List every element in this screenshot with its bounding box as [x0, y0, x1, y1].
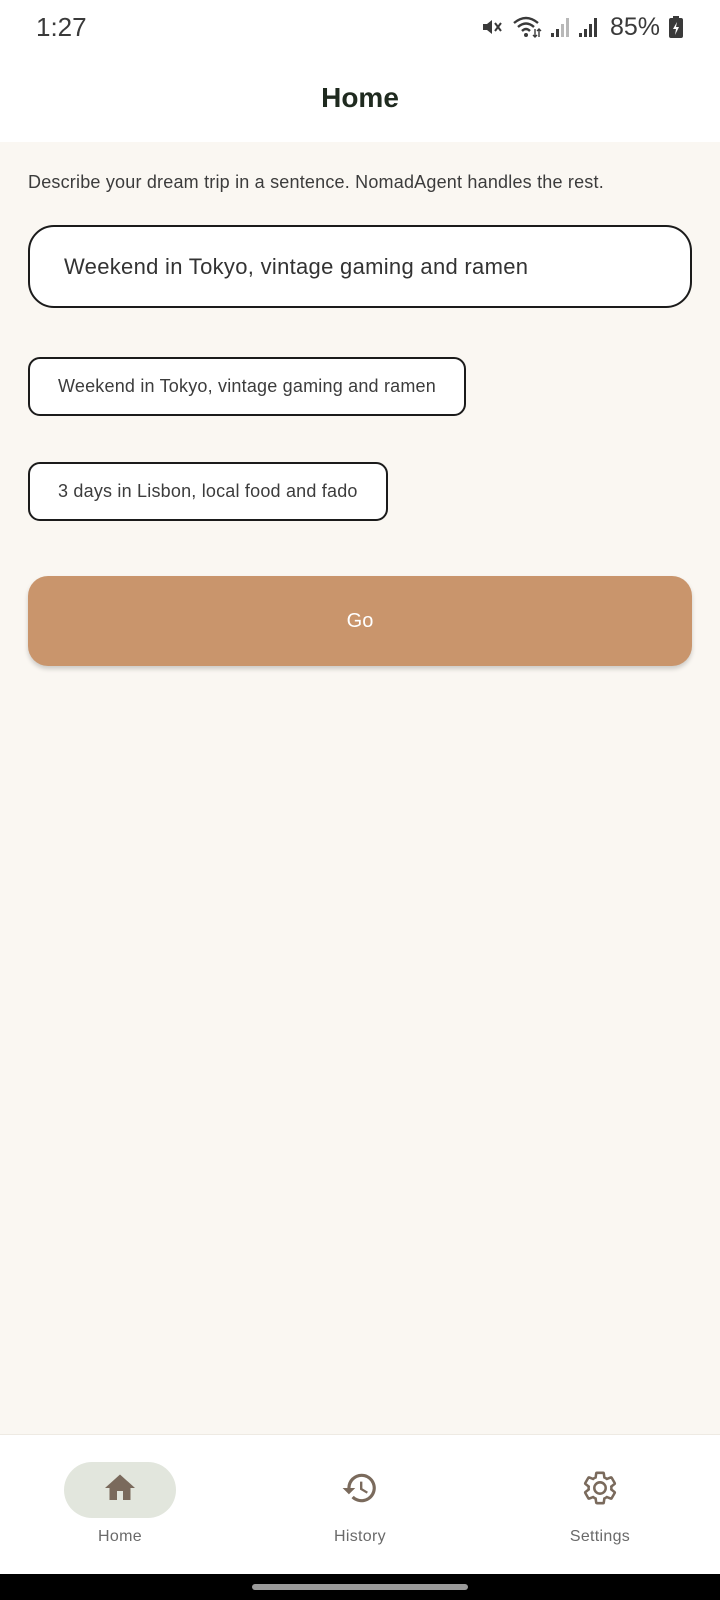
nav-item-home[interactable]: Home [0, 1435, 240, 1575]
battery-charging-icon [668, 15, 684, 39]
nav-item-settings[interactable]: Settings [480, 1435, 720, 1575]
status-icons: 85% [480, 13, 684, 42]
nav-label-history: History [334, 1528, 386, 1545]
main-content: Describe your dream trip in a sentence. … [0, 142, 720, 1434]
go-button[interactable]: Go [28, 576, 692, 666]
system-nav-bar [0, 1574, 720, 1600]
app-bar: Home [0, 54, 720, 142]
nav-icon-container [544, 1462, 656, 1518]
mute-icon [480, 15, 504, 39]
nav-active-indicator [64, 1462, 176, 1518]
home-icon [102, 1470, 138, 1511]
screen: 1:27 85% Home Describe your dream trip i… [0, 0, 720, 1600]
trip-input[interactable]: Weekend in Tokyo, vintage gaming and ram… [28, 225, 692, 308]
signal-2-icon [578, 16, 598, 38]
signal-1-icon [550, 16, 570, 38]
nav-item-history[interactable]: History [240, 1435, 480, 1575]
subtitle-text: Describe your dream trip in a sentence. … [28, 172, 604, 192]
nav-label-settings: Settings [569, 1528, 631, 1545]
page-title: Home [321, 82, 399, 113]
status-bar: 1:27 85% [0, 0, 720, 54]
battery-percent: 85% [609, 12, 660, 41]
history-icon [341, 1469, 379, 1512]
nav-label-home: Home [98, 1528, 142, 1545]
wifi-icon [512, 15, 542, 39]
bottom-nav: Home History Settings [0, 1434, 720, 1574]
suggestion-chip-tokyo[interactable]: Weekend in Tokyo, vintage gaming and ram… [28, 357, 466, 416]
nav-icon-container [304, 1462, 416, 1518]
status-time: 1:27 [36, 11, 87, 42]
home-gesture-handle[interactable] [252, 1584, 468, 1590]
gear-icon [581, 1469, 619, 1512]
suggestion-chip-lisbon[interactable]: 3 days in Lisbon, local food and fado [28, 462, 388, 521]
